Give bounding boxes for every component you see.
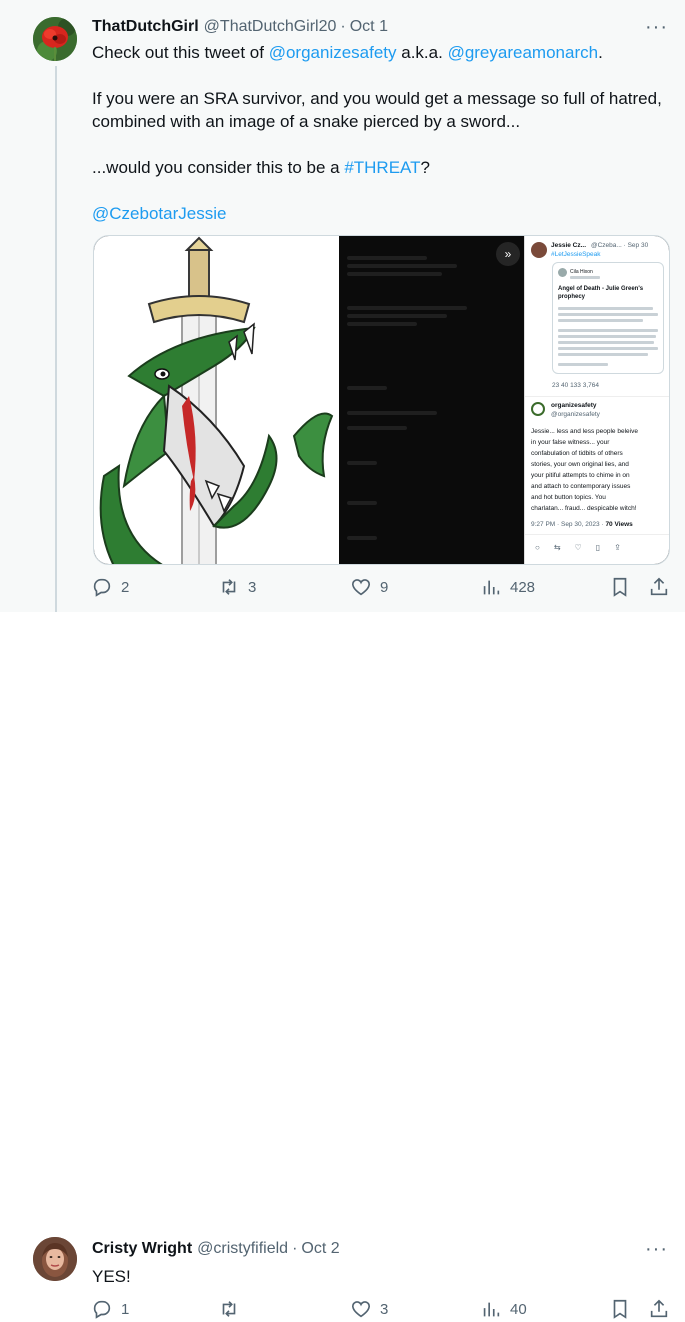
avatar-photo xyxy=(33,1237,77,1281)
text-line: combined with an image of a snake pierce… xyxy=(92,112,521,131)
quoted-handle-date: @Czeba... · Sep 30 xyxy=(591,242,649,249)
reply-button[interactable]: 2 xyxy=(91,576,129,598)
like-count: 9 xyxy=(380,578,389,596)
bookmark-icon xyxy=(613,577,627,597)
text-span: ? xyxy=(420,158,430,177)
text-span: ...would you consider this to be a xyxy=(92,158,345,177)
text-span: . xyxy=(598,43,603,62)
action-bar: 2 3 9 428 xyxy=(88,576,669,600)
like-icon xyxy=(351,579,371,596)
more-icon[interactable]: ··· xyxy=(645,1239,667,1262)
snake-sword-image xyxy=(94,236,339,564)
thread-line xyxy=(55,66,57,612)
bookmark-button[interactable] xyxy=(609,576,631,598)
hashtag-link[interactable]: #THREAT xyxy=(344,158,420,177)
like-button[interactable]: 3 xyxy=(350,1298,388,1320)
retweet-button[interactable] xyxy=(218,1298,248,1320)
quoted-tweet-screenshot: Jessie Cz... @Czeba... · Sep 30 #LetJess… xyxy=(524,236,669,564)
tweet-text: Check out this tweet of @organizesafety … xyxy=(92,41,662,225)
tweet-header: ThatDutchGirl @ThatDutchGirl20 · Oct 1 xyxy=(92,18,388,36)
reply-text-line: in your false witness... your xyxy=(531,439,610,446)
views-icon xyxy=(483,580,500,595)
share-button[interactable] xyxy=(648,576,670,598)
bookmark-button[interactable] xyxy=(609,1298,631,1320)
mini-action-icons: ○⇆♡▯⇪ xyxy=(535,543,635,552)
action-bar: 1 3 40 xyxy=(88,1298,669,1322)
reply-button[interactable]: 1 xyxy=(91,1298,129,1320)
views-button[interactable]: 428 xyxy=(480,576,535,598)
bookmark-icon xyxy=(613,1299,627,1319)
retweet-icon xyxy=(222,1301,236,1317)
quoted-stats: 23 40 133 3,764 xyxy=(552,382,599,389)
avatar[interactable] xyxy=(33,17,77,61)
inner-quoted-card: Cila Hixon Angel of Death - Julie Green'… xyxy=(552,262,664,374)
reply-text-line: confabulation of tidbits of others xyxy=(531,450,623,457)
reply-name: organizesafety xyxy=(551,402,597,409)
display-name[interactable]: Cristy Wright xyxy=(92,1240,192,1258)
views-button[interactable]: 40 xyxy=(480,1298,527,1320)
quoted-author: Jessie Cz... xyxy=(551,242,587,249)
tweet-date[interactable]: Oct 2 xyxy=(301,1240,339,1258)
reply-views: 70 Views xyxy=(605,521,633,528)
tweet-header: Cristy Wright @cristyfifield · Oct 2 xyxy=(92,1240,340,1258)
reply-text-line: charlatan... fraud... despicable witch! xyxy=(531,505,637,512)
text-span: Check out this tweet of xyxy=(92,43,269,62)
reply-count: 1 xyxy=(121,1300,130,1318)
views-count: 428 xyxy=(510,578,536,596)
share-icon xyxy=(650,1299,668,1318)
reply-text-line: and hot button topics. You xyxy=(531,494,606,501)
display-name[interactable]: ThatDutchGirl xyxy=(92,18,199,36)
reply-text-line: Jessie... less and less people beleive xyxy=(531,428,638,435)
retweet-icon xyxy=(222,579,236,595)
tweet-date[interactable]: Oct 1 xyxy=(350,18,388,36)
share-button[interactable] xyxy=(648,1298,670,1320)
views-count: 40 xyxy=(510,1300,527,1318)
more-icon[interactable]: ··· xyxy=(645,17,667,40)
text-line: ...would you consider this to be a #THRE… xyxy=(92,156,661,179)
reply-text-line: your pitiful attempts to chime in on xyxy=(531,472,630,479)
reply-icon xyxy=(93,1300,111,1319)
timeline: ThatDutchGirl @ThatDutchGirl20 · Oct 1 ·… xyxy=(0,0,685,1319)
user-handle[interactable]: @ThatDutchGirl20 xyxy=(204,18,337,36)
text-line: Check out this tweet of @organizesafety … xyxy=(92,41,661,64)
mention-link[interactable]: @greyareamonarch xyxy=(448,43,599,62)
reply-time: 9:27 PM · Sep 30, 2023 · 70 Views xyxy=(531,521,633,530)
views-icon xyxy=(483,1302,500,1317)
blurred-background xyxy=(339,236,524,564)
separator-dot: · xyxy=(340,18,346,35)
mention-link[interactable]: @CzebotarJessie xyxy=(92,204,226,223)
text-span: a.k.a. xyxy=(396,43,448,62)
separator-dot: · xyxy=(292,1240,298,1257)
reply-text-line: and attach to contemporary issues xyxy=(531,483,631,490)
retweet-button[interactable]: 3 xyxy=(218,576,256,598)
tweet-thatdutchgirl[interactable]: ThatDutchGirl @ThatDutchGirl20 · Oct 1 ·… xyxy=(0,0,685,612)
like-button[interactable]: 9 xyxy=(350,576,388,598)
avatar xyxy=(531,242,547,258)
like-count: 3 xyxy=(380,1300,389,1318)
tweet-media[interactable]: » Jessie Cz... @Czeba... · Sep 30 #LetJe… xyxy=(93,235,670,565)
expand-icon[interactable]: » xyxy=(496,242,520,266)
tweet-text: YES! xyxy=(92,1265,661,1288)
tweet-cristy-wright[interactable]: Cristy Wright @cristyfifield · Oct 2 ···… xyxy=(0,612,685,1319)
text-line: If you were an SRA survivor, and you wou… xyxy=(92,89,662,108)
quoted-hashtag: #LetJessieSpeak xyxy=(551,251,601,258)
retweet-count: 3 xyxy=(248,578,257,596)
reply-icon xyxy=(93,578,111,597)
avatar[interactable] xyxy=(33,1237,77,1281)
mention-link[interactable]: @organizesafety xyxy=(269,43,397,62)
reply-handle: @organizesafety xyxy=(551,411,600,418)
user-handle[interactable]: @cristyfifield xyxy=(197,1240,288,1258)
reply-text-line: stories, your own original lies, and xyxy=(531,461,629,468)
share-icon xyxy=(650,577,668,596)
reply-time-text: 9:27 PM · Sep 30, 2023 · xyxy=(531,521,606,528)
reply-count: 2 xyxy=(121,578,130,596)
text-line: YES! xyxy=(92,1267,131,1286)
inner-title: prophecy xyxy=(558,294,586,300)
avatar-poppy-image xyxy=(33,17,77,61)
text-line: @CzebotarJessie xyxy=(92,202,661,225)
like-icon xyxy=(351,1301,371,1318)
